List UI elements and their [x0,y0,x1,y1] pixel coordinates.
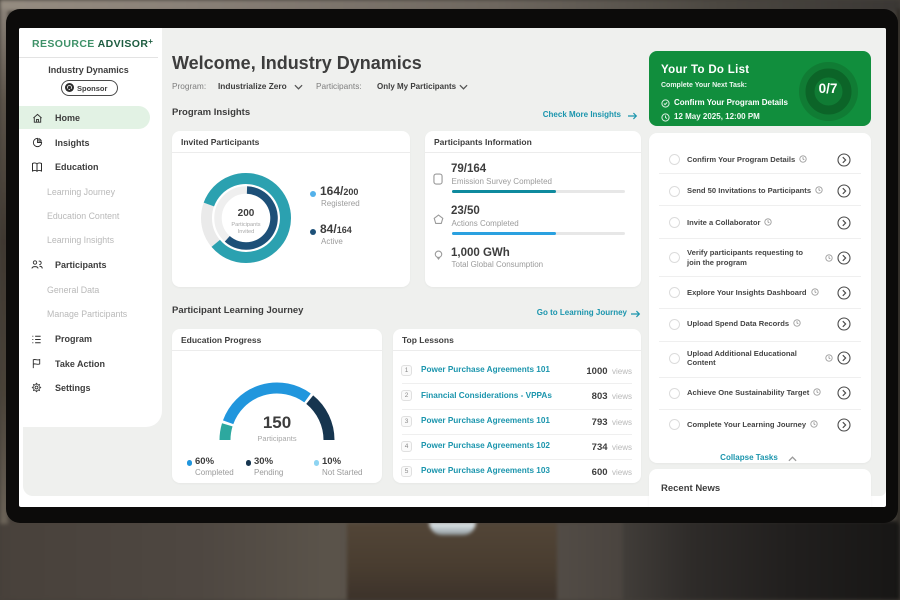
svg-text:Invited: Invited [237,229,253,235]
svg-text:Participants: Participants [231,222,260,228]
svg-text:200: 200 [237,208,254,219]
